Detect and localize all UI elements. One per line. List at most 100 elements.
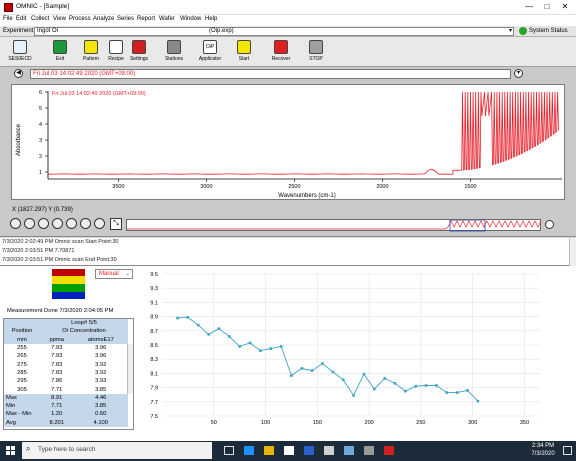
- menu-analyze[interactable]: Analyze: [93, 16, 114, 22]
- toolbar-label: Applicator: [198, 56, 222, 62]
- baseline-tool-icon[interactable]: [66, 218, 77, 229]
- expand-icon[interactable]: ⤡: [110, 218, 122, 230]
- data-point: [238, 345, 241, 348]
- menu-collect[interactable]: Collect: [31, 16, 49, 22]
- close-button[interactable]: ✕: [556, 0, 574, 14]
- pointer-tool-icon[interactable]: [10, 218, 21, 229]
- menu-view[interactable]: View: [53, 16, 66, 22]
- summary-row: Max 8.91 4.46: [4, 393, 128, 402]
- toolbar-button-recover[interactable]: Recover: [266, 40, 296, 66]
- toolbar-button-stations[interactable]: Stations: [159, 40, 189, 66]
- spectrum-select[interactable]: Fri Jul 03 14:02:49 2020 (GMT+09:00): [30, 69, 511, 79]
- menu-file[interactable]: File: [3, 16, 13, 22]
- system-status-label[interactable]: System Status: [529, 28, 568, 34]
- table-row[interactable]: 305 7.71 3.85: [4, 385, 128, 393]
- mini-scroll-button[interactable]: [545, 220, 554, 229]
- table-row[interactable]: 255 7.93 3.96: [4, 344, 128, 352]
- swatch-yellow: [52, 276, 85, 284]
- edge-icon[interactable]: [244, 446, 254, 455]
- spectrum-line: [48, 91, 559, 175]
- pan-tool-icon[interactable]: [38, 218, 49, 229]
- menu-process[interactable]: Process: [69, 16, 91, 22]
- clock-date: 7/3/2020: [531, 451, 555, 457]
- settings-icon: [132, 40, 146, 54]
- data-point: [310, 369, 314, 372]
- taskbar-search[interactable]: ⌕ Type here to search: [22, 442, 212, 459]
- maximize-button[interactable]: □: [538, 0, 556, 14]
- summary-label: Max: [6, 394, 17, 401]
- windows-start-icon[interactable]: [6, 446, 15, 455]
- omnic-taskbar-icon[interactable]: [384, 446, 394, 455]
- mini-spectrum-selection[interactable]: [449, 220, 486, 232]
- table-row[interactable]: 285 7.83 3.92: [4, 369, 128, 377]
- data-point: [321, 362, 324, 365]
- toolbar-label: SES0ECD: [8, 56, 32, 62]
- toolbar-button-ses0ecd[interactable]: SES0ECD: [5, 40, 35, 66]
- text-tool-icon[interactable]: [80, 218, 91, 229]
- toolbar-button-applicator[interactable]: OiP Applicator: [195, 40, 225, 66]
- cell-position: 255: [17, 345, 27, 352]
- x-tick-label: 350: [520, 420, 529, 426]
- minimize-button[interactable]: —: [520, 0, 538, 14]
- log-scrollbar[interactable]: [569, 238, 576, 266]
- experiment-select[interactable]: Ingot Oi (Oip.exp) ▾: [34, 27, 514, 36]
- x-tick-label: 50: [211, 420, 217, 426]
- toolbar-button-stop[interactable]: STOP: [301, 40, 331, 66]
- data-point: [393, 382, 397, 385]
- summary-ppma: 8.91: [51, 394, 63, 401]
- zoom-tool-icon[interactable]: [24, 218, 35, 229]
- menu-edit[interactable]: Edit: [16, 16, 26, 22]
- expand-left-icon[interactable]: ◀: [14, 69, 23, 78]
- app-icon[interactable]: [344, 446, 354, 455]
- swatch-green: [52, 284, 85, 292]
- menu-wafer[interactable]: Wafer: [159, 16, 175, 22]
- data-point: [476, 399, 480, 403]
- menu-series[interactable]: Series: [117, 16, 134, 22]
- toolbar-button-settings[interactable]: Settings: [124, 40, 154, 66]
- swatch-blue: [52, 292, 85, 299]
- mode-select[interactable]: Manual ⌄: [95, 269, 133, 279]
- app-icon[interactable]: [364, 446, 374, 455]
- app-icon[interactable]: [324, 446, 334, 455]
- data-point: [217, 327, 221, 330]
- mini-spectrum[interactable]: [126, 219, 542, 232]
- cell-atoms: 3.96: [95, 345, 107, 352]
- y-tick-label: 7.7: [150, 400, 158, 406]
- toolbar: SES0ECD Exit Pattern Recipe Settings Sta…: [0, 37, 576, 67]
- x-tick-label: 150: [313, 420, 322, 426]
- toolbar-button-start[interactable]: Start: [229, 40, 259, 66]
- cell-ppma: 7.83: [51, 361, 63, 368]
- task-view-icon[interactable]: [224, 446, 234, 455]
- summary-atoms: 4.100: [93, 419, 108, 426]
- table-row[interactable]: 265 7.93 3.96: [4, 352, 128, 360]
- data-point: [352, 394, 355, 397]
- unit-ppma: ppma: [49, 336, 64, 343]
- spectrum-xtick-label: 3000: [200, 184, 212, 190]
- chevron-down-icon: ▾: [508, 28, 512, 34]
- explorer-icon[interactable]: [264, 446, 274, 455]
- search-icon: ⌕: [26, 444, 31, 453]
- region-tool-icon[interactable]: [52, 218, 63, 229]
- dropdown-icon[interactable]: ▾: [514, 69, 523, 78]
- mini-spectrum-line: [127, 220, 542, 230]
- store-icon[interactable]: [284, 446, 294, 455]
- toolbar-label: Recover: [271, 56, 291, 62]
- toolbar-button-exit[interactable]: Exit: [45, 40, 75, 66]
- notification-icon[interactable]: [563, 446, 572, 455]
- spectrum-xtick-label: 2000: [376, 184, 388, 190]
- menu-window[interactable]: Window: [180, 16, 201, 22]
- menu-help[interactable]: Help: [205, 16, 217, 22]
- menu-report[interactable]: Report: [137, 16, 155, 22]
- stop-icon: [309, 40, 323, 54]
- table-row[interactable]: 275 7.83 3.92: [4, 360, 128, 368]
- mail-icon[interactable]: [304, 446, 314, 455]
- spectrum-plot[interactable]: 6 5 4 3 2 1 3500 3000 2500 2000 1500 Fri Jul 03 1…: [11, 84, 565, 200]
- peak-tool-icon[interactable]: [94, 218, 105, 229]
- spectrum-ytick-label: 4: [39, 122, 42, 128]
- data-point: [435, 384, 438, 387]
- cell-position: 295: [17, 378, 27, 385]
- summary-ppma: 8.201: [49, 419, 64, 426]
- table-row[interactable]: 295 7.86 3.93: [4, 377, 128, 385]
- table-scrollbar[interactable]: [127, 344, 133, 394]
- data-point: [290, 374, 293, 377]
